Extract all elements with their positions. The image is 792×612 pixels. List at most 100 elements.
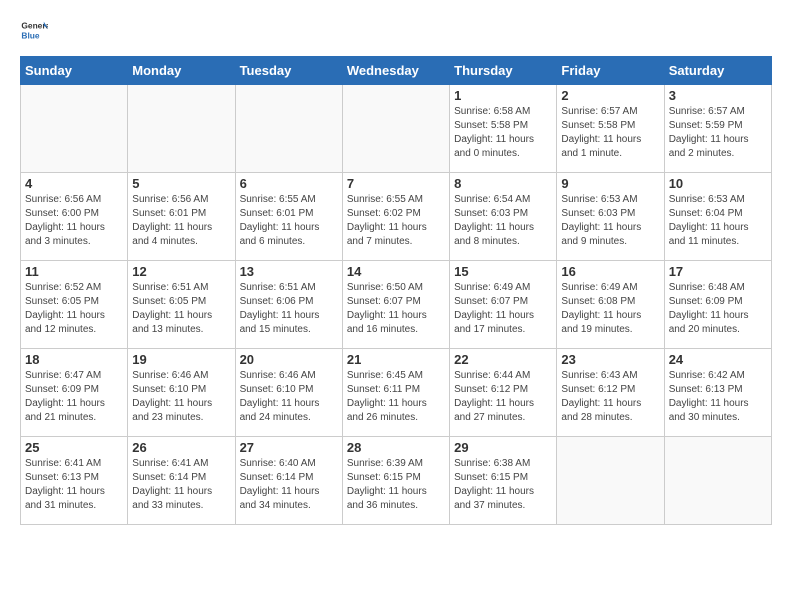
calendar-cell: 15 Sunrise: 6:49 AM Sunset: 6:07 PM Dayli… <box>450 261 557 349</box>
day-number: 4 <box>25 176 123 191</box>
calendar-cell: 3 Sunrise: 6:57 AM Sunset: 5:59 PM Daylig… <box>664 85 771 173</box>
day-number: 3 <box>669 88 767 103</box>
day-number: 26 <box>132 440 230 455</box>
day-info: Sunrise: 6:46 AM Sunset: 6:10 PM Dayligh… <box>240 369 338 425</box>
calendar-cell: 1Sunrise: 6:58 AM Sunset: 5:58 PM Daylig… <box>450 85 557 173</box>
calendar-cell: 12 Sunrise: 6:51 AM Sunset: 6:05 PM Dayli… <box>128 261 235 349</box>
day-number: 25 <box>25 440 123 455</box>
day-info: Sunrise: 6:41 AM Sunset: 6:14 PM Dayligh… <box>132 457 230 513</box>
calendar-cell: 11 Sunrise: 6:52 AM Sunset: 6:05 PM Dayli… <box>21 261 128 349</box>
day-info: Sunrise: 6:49 AM Sunset: 6:07 PM Dayligh… <box>454 281 552 337</box>
calendar-cell: 18 Sunrise: 6:47 AM Sunset: 6:09 PM Dayli… <box>21 349 128 437</box>
day-number: 7 <box>347 176 445 191</box>
day-number: 6 <box>240 176 338 191</box>
calendar-cell: 16 Sunrise: 6:49 AM Sunset: 6:08 PM Dayli… <box>557 261 664 349</box>
day-info: Sunrise: 6:51 AM Sunset: 6:05 PM Dayligh… <box>132 281 230 337</box>
weekday-header-thursday: Thursday <box>450 57 557 85</box>
calendar-cell: 9Sunrise: 6:53 AM Sunset: 6:03 PM Daylig… <box>557 173 664 261</box>
calendar-cell: 5Sunrise: 6:56 AM Sunset: 6:01 PM Daylig… <box>128 173 235 261</box>
calendar-cell: 25 Sunrise: 6:41 AM Sunset: 6:13 PM Dayli… <box>21 437 128 525</box>
calendar-cell: 17 Sunrise: 6:48 AM Sunset: 6:09 PM Dayli… <box>664 261 771 349</box>
calendar-week-2: 11 Sunrise: 6:52 AM Sunset: 6:05 PM Dayli… <box>21 261 772 349</box>
calendar-week-1: 4 Sunrise: 6:56 AM Sunset: 6:00 PM Daylig… <box>21 173 772 261</box>
calendar-cell <box>342 85 449 173</box>
day-info: Sunrise: 6:48 AM Sunset: 6:09 PM Dayligh… <box>669 281 767 337</box>
logo-icon: General Blue <box>20 16 48 44</box>
day-number: 28 <box>347 440 445 455</box>
day-info: Sunrise: 6:50 AM Sunset: 6:07 PM Dayligh… <box>347 281 445 337</box>
day-number: 22 <box>454 352 552 367</box>
day-number: 19 <box>132 352 230 367</box>
day-number: 5 <box>132 176 230 191</box>
calendar-cell: 4 Sunrise: 6:56 AM Sunset: 6:00 PM Daylig… <box>21 173 128 261</box>
calendar-cell <box>21 85 128 173</box>
day-number: 18 <box>25 352 123 367</box>
day-number: 15 <box>454 264 552 279</box>
calendar-week-3: 18 Sunrise: 6:47 AM Sunset: 6:09 PM Dayli… <box>21 349 772 437</box>
calendar-cell: 26 Sunrise: 6:41 AM Sunset: 6:14 PM Dayli… <box>128 437 235 525</box>
day-info: Sunrise: 6:55 AM Sunset: 6:02 PM Dayligh… <box>347 193 445 249</box>
weekday-header-sunday: Sunday <box>21 57 128 85</box>
weekday-header-monday: Monday <box>128 57 235 85</box>
day-info: Sunrise: 6:54 AM Sunset: 6:03 PM Dayligh… <box>454 193 552 249</box>
calendar-cell: 6 Sunrise: 6:55 AM Sunset: 6:01 PM Daylig… <box>235 173 342 261</box>
day-number: 2 <box>561 88 659 103</box>
day-info: Sunrise: 6:41 AM Sunset: 6:13 PM Dayligh… <box>25 457 123 513</box>
calendar-cell: 21 Sunrise: 6:45 AM Sunset: 6:11 PM Dayli… <box>342 349 449 437</box>
weekday-header-wednesday: Wednesday <box>342 57 449 85</box>
day-number: 16 <box>561 264 659 279</box>
calendar-cell: 19 Sunrise: 6:46 AM Sunset: 6:10 PM Dayli… <box>128 349 235 437</box>
weekday-header-saturday: Saturday <box>664 57 771 85</box>
calendar-cell: 14Sunrise: 6:50 AM Sunset: 6:07 PM Dayli… <box>342 261 449 349</box>
day-info: Sunrise: 6:38 AM Sunset: 6:15 PM Dayligh… <box>454 457 552 513</box>
day-info: Sunrise: 6:53 AM Sunset: 6:03 PM Dayligh… <box>561 193 659 249</box>
calendar-cell: 8 Sunrise: 6:54 AM Sunset: 6:03 PM Daylig… <box>450 173 557 261</box>
calendar-week-4: 25 Sunrise: 6:41 AM Sunset: 6:13 PM Dayli… <box>21 437 772 525</box>
day-number: 20 <box>240 352 338 367</box>
calendar-cell: 28Sunrise: 6:39 AM Sunset: 6:15 PM Dayli… <box>342 437 449 525</box>
calendar-cell: 2 Sunrise: 6:57 AM Sunset: 5:58 PM Daylig… <box>557 85 664 173</box>
day-info: Sunrise: 6:47 AM Sunset: 6:09 PM Dayligh… <box>25 369 123 425</box>
day-number: 21 <box>347 352 445 367</box>
calendar-cell: 23Sunrise: 6:43 AM Sunset: 6:12 PM Dayli… <box>557 349 664 437</box>
logo: General Blue <box>20 16 52 44</box>
calendar-table: SundayMondayTuesdayWednesdayThursdayFrid… <box>20 56 772 525</box>
weekday-header-tuesday: Tuesday <box>235 57 342 85</box>
calendar-body: 1Sunrise: 6:58 AM Sunset: 5:58 PM Daylig… <box>21 85 772 525</box>
calendar-cell: 10 Sunrise: 6:53 AM Sunset: 6:04 PM Dayli… <box>664 173 771 261</box>
day-info: Sunrise: 6:49 AM Sunset: 6:08 PM Dayligh… <box>561 281 659 337</box>
calendar-cell <box>235 85 342 173</box>
day-number: 11 <box>25 264 123 279</box>
calendar-week-0: 1Sunrise: 6:58 AM Sunset: 5:58 PM Daylig… <box>21 85 772 173</box>
day-info: Sunrise: 6:52 AM Sunset: 6:05 PM Dayligh… <box>25 281 123 337</box>
calendar-cell: 20 Sunrise: 6:46 AM Sunset: 6:10 PM Dayli… <box>235 349 342 437</box>
day-info: Sunrise: 6:53 AM Sunset: 6:04 PM Dayligh… <box>669 193 767 249</box>
day-number: 29 <box>454 440 552 455</box>
day-number: 10 <box>669 176 767 191</box>
calendar-cell: 22Sunrise: 6:44 AM Sunset: 6:12 PM Dayli… <box>450 349 557 437</box>
calendar-cell: 29 Sunrise: 6:38 AM Sunset: 6:15 PM Dayli… <box>450 437 557 525</box>
day-info: Sunrise: 6:46 AM Sunset: 6:10 PM Dayligh… <box>132 369 230 425</box>
day-number: 12 <box>132 264 230 279</box>
day-number: 17 <box>669 264 767 279</box>
day-info: Sunrise: 6:51 AM Sunset: 6:06 PM Dayligh… <box>240 281 338 337</box>
header: General Blue <box>20 16 772 44</box>
calendar-cell: 13 Sunrise: 6:51 AM Sunset: 6:06 PM Dayli… <box>235 261 342 349</box>
day-info: Sunrise: 6:57 AM Sunset: 5:59 PM Dayligh… <box>669 105 767 161</box>
day-number: 24 <box>669 352 767 367</box>
calendar-cell: 24Sunrise: 6:42 AM Sunset: 6:13 PM Dayli… <box>664 349 771 437</box>
day-number: 8 <box>454 176 552 191</box>
day-info: Sunrise: 6:45 AM Sunset: 6:11 PM Dayligh… <box>347 369 445 425</box>
calendar-cell <box>557 437 664 525</box>
svg-text:Blue: Blue <box>21 30 39 40</box>
day-number: 1 <box>454 88 552 103</box>
weekday-header-row: SundayMondayTuesdayWednesdayThursdayFrid… <box>21 57 772 85</box>
day-info: Sunrise: 6:56 AM Sunset: 6:00 PM Dayligh… <box>25 193 123 249</box>
calendar-cell: 27Sunrise: 6:40 AM Sunset: 6:14 PM Dayli… <box>235 437 342 525</box>
day-info: Sunrise: 6:40 AM Sunset: 6:14 PM Dayligh… <box>240 457 338 513</box>
day-info: Sunrise: 6:55 AM Sunset: 6:01 PM Dayligh… <box>240 193 338 249</box>
day-number: 23 <box>561 352 659 367</box>
day-info: Sunrise: 6:57 AM Sunset: 5:58 PM Dayligh… <box>561 105 659 161</box>
day-number: 13 <box>240 264 338 279</box>
calendar-cell <box>128 85 235 173</box>
